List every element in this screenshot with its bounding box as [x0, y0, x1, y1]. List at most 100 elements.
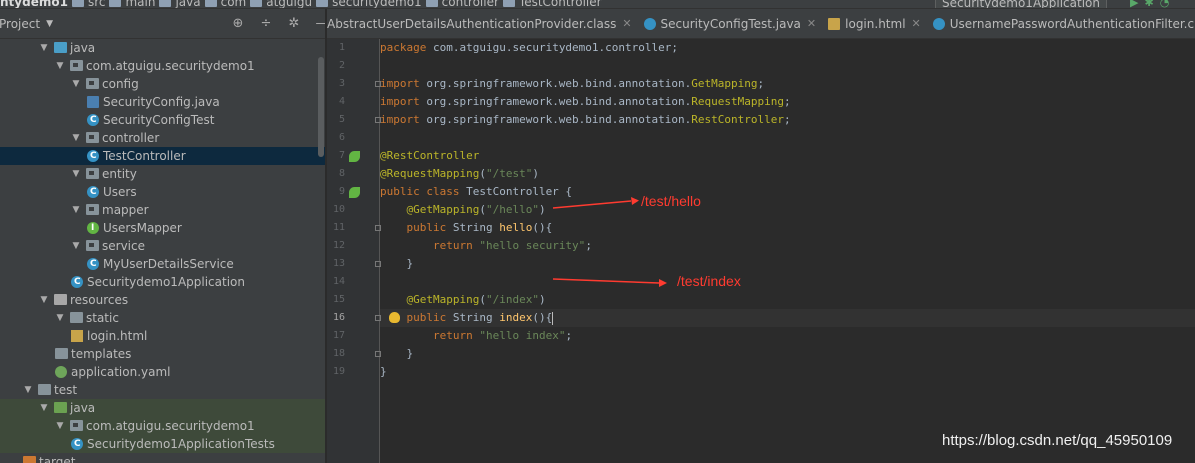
expand-arrow-icon[interactable]: ▼	[39, 39, 49, 57]
package-icon	[86, 168, 99, 179]
expand-arrow-icon[interactable]: ▼	[55, 57, 65, 75]
class-icon	[87, 111, 99, 129]
lightbulb-icon[interactable]	[389, 312, 400, 323]
tree-item[interactable]: MyUserDetailsService	[0, 255, 325, 273]
breadcrumb-item[interactable]: atguigu	[266, 0, 312, 8]
tree-item[interactable]: Securitydemo1Application	[0, 273, 325, 291]
tree-item[interactable]: ▼ mapper	[0, 201, 325, 219]
spring-bean-icon[interactable]	[349, 151, 360, 162]
tree-item[interactable]: ▼ com.atguigu.securitydemo1	[0, 417, 325, 435]
tree-item-label: TestController	[103, 149, 186, 163]
coverage-icon[interactable]: ◔	[1160, 0, 1176, 8]
tree-item-label: MyUserDetailsService	[103, 257, 234, 271]
editor-tab[interactable]: SecurityConfigTest.java ✕	[638, 9, 823, 38]
expand-arrow-icon[interactable]: ▼	[71, 237, 81, 255]
breadcrumb-item[interactable]: controller	[442, 0, 499, 8]
tree-item-label: test	[54, 383, 78, 397]
tree-item[interactable]: application.yaml	[0, 363, 325, 381]
fold-marker-icon[interactable]	[375, 117, 381, 123]
code-editor[interactable]: 1 2 3 4 5 6 7 8 9 10 11 12 13 14 15 16 17 18 19 package co…	[327, 39, 1195, 463]
fold-marker-icon[interactable]	[375, 225, 381, 231]
breadcrumb-item[interactable]: com	[221, 0, 247, 8]
debug-icon[interactable]: ✱	[1144, 0, 1159, 8]
tree-item[interactable]: ▼ resources	[0, 291, 325, 309]
breadcrumb-item[interactable]: TestController	[519, 0, 602, 8]
annotation-test-index: /test/index	[677, 273, 741, 289]
tree-item[interactable]: ▼ service	[0, 237, 325, 255]
tree-item[interactable]: ▼ com.atguigu.securitydemo1	[0, 57, 325, 75]
run-icon[interactable]: ▶	[1130, 0, 1144, 8]
breadcrumb-item[interactable]: main	[125, 0, 155, 8]
close-icon[interactable]: ✕	[807, 9, 816, 38]
expand-arrow-icon[interactable]: ▼	[39, 291, 49, 309]
tree-item[interactable]: templates	[0, 345, 325, 363]
code-token: hello	[499, 221, 533, 234]
expand-arrow-icon[interactable]: ▼	[71, 201, 81, 219]
code-line: return "hello security";	[380, 237, 592, 255]
tree-item[interactable]: ▼ java	[0, 399, 325, 417]
gear-icon[interactable]: ✲	[286, 16, 302, 31]
expand-arrow-icon[interactable]: ▼	[39, 399, 49, 417]
tree-item-label: Users	[103, 185, 137, 199]
code-line: public String index(){	[380, 309, 1195, 327]
breadcrumb-item[interactable]: java	[175, 0, 200, 8]
tree-item[interactable]: ▼ static	[0, 309, 325, 327]
chevron-down-icon[interactable]: ▼	[46, 19, 53, 29]
expand-arrow-icon[interactable]: ▼	[23, 381, 33, 399]
fold-marker-icon[interactable]	[375, 351, 381, 357]
tree-item[interactable]: UsersMapper	[0, 219, 325, 237]
tree-item[interactable]: TestController	[0, 147, 325, 165]
code-token: public	[406, 221, 453, 234]
code-token: ;	[783, 113, 791, 126]
run-configuration-select[interactable]: Securitydemo1Application	[935, 0, 1107, 8]
code-token: (	[479, 293, 486, 306]
fold-marker-icon[interactable]	[375, 261, 381, 267]
code-token: ;	[757, 77, 765, 90]
collapse-all-icon[interactable]: ÷	[258, 16, 274, 31]
expand-arrow-icon[interactable]: ▼	[55, 309, 65, 327]
tree-item[interactable]: SecurityConfig.java	[0, 93, 325, 111]
code-token: ;	[565, 329, 573, 342]
expand-arrow-icon[interactable]: ▼	[71, 129, 81, 147]
line-number: 4	[338, 96, 345, 107]
editor-tab[interactable]: UsernamePasswordAuthenticationFilter.cla…	[927, 9, 1195, 38]
tree-item[interactable]: ▼ test	[0, 381, 325, 399]
line-number: 19	[332, 366, 345, 377]
tree-item[interactable]: ▼ config	[0, 75, 325, 93]
breadcrumb-item[interactable]: securitydemo1	[332, 0, 422, 8]
code-token: "hello index"	[479, 329, 566, 342]
spring-bean-icon[interactable]	[349, 187, 360, 198]
close-icon[interactable]: ✕	[912, 9, 921, 38]
yaml-file-icon	[55, 366, 67, 378]
project-panel-header: Project ▼ ⊕ ÷ ✲ —	[0, 9, 325, 39]
tree-item[interactable]: login.html	[0, 327, 325, 345]
project-tree-scrollbar[interactable]	[318, 57, 324, 157]
tree-item[interactable]: target	[0, 453, 325, 463]
locate-icon[interactable]: ⊕	[230, 16, 246, 31]
line-number: 1	[338, 42, 345, 53]
close-icon[interactable]: ✕	[622, 9, 631, 38]
tree-item[interactable]: Users	[0, 183, 325, 201]
tree-item[interactable]: Securitydemo1ApplicationTests	[0, 435, 325, 453]
folder-test-icon	[54, 402, 67, 413]
tree-item[interactable]: ▼ entity	[0, 165, 325, 183]
expand-arrow-icon[interactable]: ▼	[71, 165, 81, 183]
code-token: package	[380, 41, 433, 54]
editor-tab[interactable]: login.html ✕	[822, 9, 927, 38]
breadcrumb-item[interactable]: ntydemo1	[0, 0, 68, 8]
tree-item[interactable]: ▼ controller	[0, 129, 325, 147]
editor-tab[interactable]: AbstractUserDetailsAuthenticationProvide…	[327, 9, 638, 38]
fold-marker-icon[interactable]	[375, 81, 381, 87]
code-line: import org.springframework.web.bind.anno…	[380, 111, 791, 129]
tree-item[interactable]: ▼ java	[0, 39, 325, 57]
tab-label: SecurityConfigTest.java	[660, 17, 801, 31]
project-view-title[interactable]: Project	[0, 17, 40, 31]
hide-icon[interactable]: —	[314, 16, 326, 31]
expand-arrow-icon[interactable]: ▼	[55, 417, 65, 435]
tree-item[interactable]: SecurityConfigTest	[0, 111, 325, 129]
expand-arrow-icon[interactable]: ▼	[71, 75, 81, 93]
fold-marker-icon[interactable]	[375, 315, 381, 321]
breadcrumb-item[interactable]: src	[88, 0, 106, 8]
